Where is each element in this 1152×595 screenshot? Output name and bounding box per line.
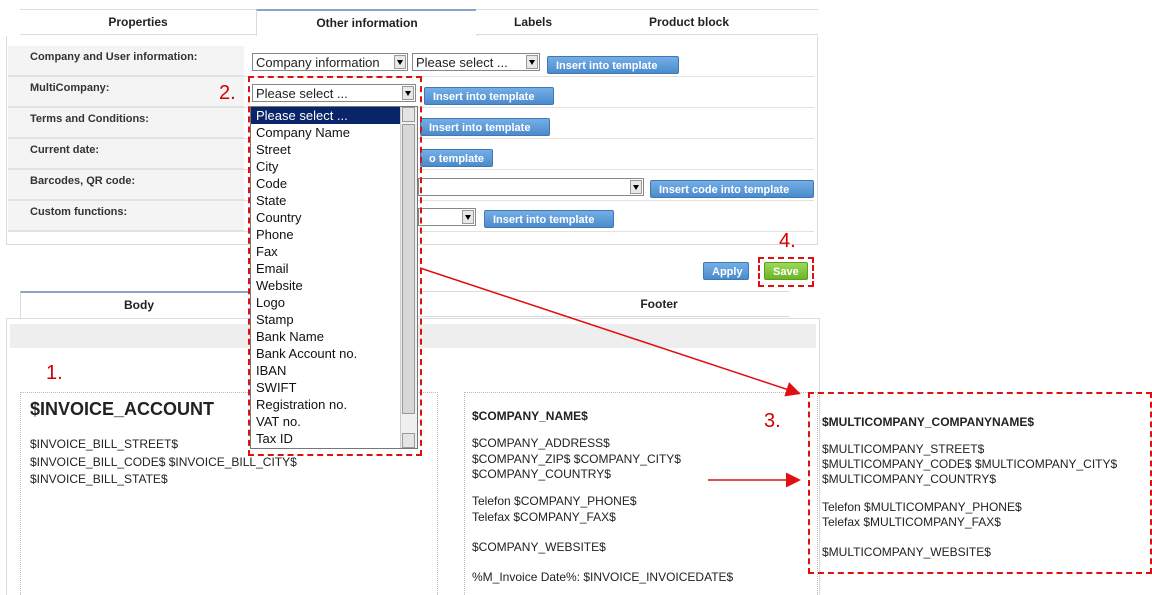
callout-3: 3. — [764, 410, 781, 432]
arrow-to-result — [419, 267, 801, 397]
annotation-arrows — [419, 267, 801, 488]
callout-1: 1. — [46, 362, 63, 384]
dropdown-highlight — [248, 76, 422, 456]
callout-4: 4. — [779, 230, 796, 252]
callout-2: 2. — [219, 82, 236, 104]
